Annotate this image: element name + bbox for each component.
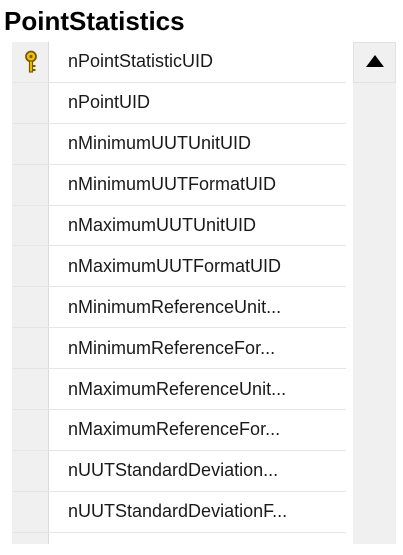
- column-row[interactable]: nUUTRawStandardDeviat...: [12, 532, 346, 544]
- column-name: nMaximumReferenceUnit...: [68, 378, 287, 399]
- row-selector[interactable]: [12, 164, 49, 205]
- column-row[interactable]: nMinimumUUTFormatUID: [12, 164, 346, 206]
- column-name: nMaximumUUTFormatUID: [68, 255, 282, 276]
- column-row[interactable]: nUUTStandardDeviationF...: [12, 491, 346, 533]
- row-selector[interactable]: [12, 328, 49, 369]
- column-name: nMaximumReferenceFor...: [68, 419, 281, 440]
- column-row[interactable]: nMaximumUUTUnitUID: [12, 205, 346, 247]
- scroll-up-button[interactable]: [353, 42, 396, 83]
- table-title: PointStatistics: [4, 6, 185, 36]
- column-list: nPointStatisticUID nPointUID nMinimumUUT…: [12, 42, 346, 544]
- column-row[interactable]: nUUTStandardDeviation...: [12, 450, 346, 492]
- row-selector[interactable]: [12, 410, 49, 450]
- row-selector[interactable]: [12, 42, 49, 82]
- row-selector[interactable]: [12, 123, 49, 164]
- column-row[interactable]: nMinimumUUTUnitUID: [12, 123, 346, 165]
- row-selector[interactable]: [12, 532, 49, 544]
- column-name: nUUTStandardDeviationF...: [68, 501, 288, 522]
- row-selector[interactable]: [12, 82, 49, 123]
- up-arrow-icon: [366, 55, 384, 67]
- column-row[interactable]: nMaximumReferenceFor...: [12, 410, 346, 451]
- row-selector[interactable]: [12, 450, 49, 491]
- row-selector[interactable]: [12, 246, 49, 287]
- column-row[interactable]: nPointStatisticUID: [12, 42, 346, 83]
- column-name: nPointUID: [68, 92, 151, 113]
- column-row[interactable]: nMinimumReferenceUnit...: [12, 287, 346, 329]
- column-name: nMaximumUUTUnitUID: [68, 215, 257, 235]
- column-name: nMinimumUUTUnitUID: [68, 133, 252, 154]
- vertical-scrollbar[interactable]: [353, 42, 396, 544]
- key-icon: [25, 50, 37, 73]
- column-name: nPointStatisticUID: [68, 51, 214, 72]
- row-selector[interactable]: [12, 205, 49, 246]
- column-name: nMinimumReferenceFor...: [68, 337, 276, 358]
- column-row[interactable]: nPointUID: [12, 82, 346, 124]
- column-name: nUUTRawStandardDeviat...: [68, 533, 290, 544]
- column-name: nMinimumUUTFormatUID: [68, 174, 277, 195]
- column-row[interactable]: nMaximumReferenceUnit...: [12, 369, 346, 411]
- row-selector[interactable]: [12, 287, 49, 328]
- column-row[interactable]: nMinimumReferenceFor...: [12, 328, 346, 370]
- column-name: nUUTStandardDeviation...: [68, 460, 279, 481]
- column-name: nMinimumReferenceUnit...: [68, 296, 282, 317]
- row-selector[interactable]: [12, 369, 49, 410]
- column-row[interactable]: nMaximumUUTFormatUID: [12, 246, 346, 288]
- row-selector[interactable]: [12, 491, 49, 532]
- list-bottom-edge: [12, 544, 396, 555]
